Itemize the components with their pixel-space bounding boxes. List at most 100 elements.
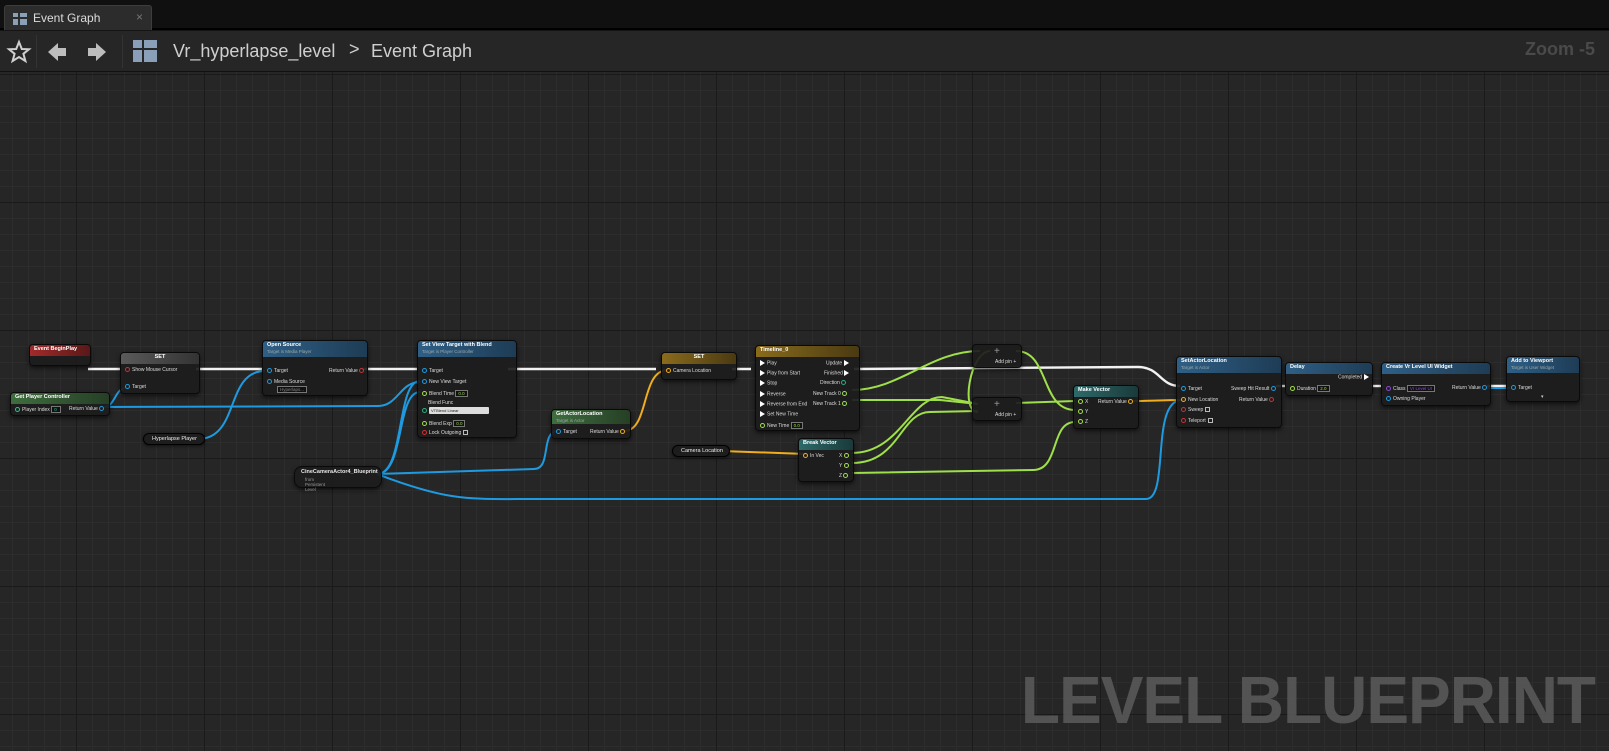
set-view-target-node[interactable]: Set View Target with Blend Target is Play… <box>417 340 517 438</box>
float-wire <box>1015 400 1076 404</box>
pin-class[interactable]: Class Vr Level UI <box>1386 385 1435 393</box>
add-float-node[interactable]: + Add pin + <box>972 344 1022 368</box>
pin-player-index[interactable]: Player Index 0 <box>15 406 62 414</box>
graph-canvas[interactable]: Event BeginPlay SET Show Mouse Cursor Ta… <box>0 72 1609 751</box>
forward-arrow-icon[interactable] <box>84 39 110 65</box>
pin-blend-time[interactable]: Blend Time 0.0 <box>422 390 468 398</box>
pin-new-track-0[interactable]: New Track 0 <box>813 391 849 398</box>
close-icon[interactable]: × <box>136 10 143 24</box>
pin-owning-player[interactable]: Owning Player <box>1386 396 1426 403</box>
pin-set-new-time[interactable]: Set New Time <box>760 411 798 418</box>
pin-camera-location[interactable]: Camera Location <box>666 368 711 375</box>
pin-target[interactable]: Target <box>1511 385 1532 392</box>
level-blueprint-watermark: LEVEL BLUEPRINT <box>1020 662 1596 738</box>
pin-play-from-start[interactable]: Play from Start <box>760 370 800 377</box>
node-subtitle: from Persistent Level <box>305 477 326 492</box>
pin-teleport[interactable]: Teleport <box>1181 418 1213 425</box>
pin-target[interactable]: Target <box>422 368 443 375</box>
pin-stop[interactable]: Stop <box>760 380 777 387</box>
pin-reverse[interactable]: Reverse <box>760 391 786 398</box>
set-camera-location-node[interactable]: SET Camera Location <box>661 352 737 380</box>
pin-sweep[interactable]: Sweep <box>1181 407 1211 414</box>
pin-z[interactable]: Z <box>839 473 850 480</box>
pin-return-value[interactable]: Return Value <box>1452 385 1489 392</box>
pin-media-source[interactable]: Media Source <box>267 379 305 386</box>
pin-new-track-1[interactable]: New Track 1 <box>813 401 849 408</box>
pin-reverse-from-end[interactable]: Reverse from End <box>760 401 807 408</box>
pin-return-value[interactable]: Return Value <box>69 406 106 413</box>
pin-new-location[interactable]: New Location <box>1181 397 1218 404</box>
create-widget-node[interactable]: Create Vr Level UI Widget Class Vr Level… <box>1381 362 1491 406</box>
pin-x[interactable]: X <box>839 453 851 460</box>
pin-lock-outgoing[interactable]: Lock Outgoing <box>422 430 469 437</box>
object-wire <box>197 370 266 440</box>
node-title: Break Vector <box>799 439 853 450</box>
pin-blend-func[interactable]: VTBlend Linear <box>422 407 489 415</box>
make-vector-node[interactable]: Make Vector X Y Z Return Value <box>1073 385 1139 429</box>
pin-direction[interactable]: Direction <box>820 380 848 387</box>
node-title: Get Player Controller <box>11 393 109 404</box>
pin-new-time[interactable]: New Time 0.0 <box>760 422 803 430</box>
pin-target[interactable]: Target <box>125 384 146 391</box>
add-symbol: + <box>994 399 1000 410</box>
float-wire <box>851 395 979 454</box>
toolbar: Vr_hyperlapse_level > Event Graph Zoom -… <box>0 31 1609 72</box>
add-symbol: + <box>994 346 1000 357</box>
node-title: Open Source Target is Media Player <box>263 341 367 357</box>
media-source-value[interactable]: Hyperlaps... <box>277 386 308 394</box>
timeline-node[interactable]: Timeline_0 Play Play from Start Stop Rev… <box>755 345 860 431</box>
pin-duration[interactable]: Duration 2.0 <box>1290 385 1330 393</box>
blend-func-dropdown: VTBlend Linear <box>429 407 489 414</box>
pin-play[interactable]: Play <box>760 360 777 367</box>
pin-new-view-target[interactable]: New View Target <box>422 379 466 386</box>
pin-z[interactable]: Z <box>1078 419 1088 426</box>
add-pin-button[interactable]: Add pin + <box>995 359 1016 366</box>
breadcrumb-graph[interactable]: Event Graph <box>371 41 472 62</box>
node-title: Add to Viewport Target is User Widget <box>1507 357 1579 373</box>
pin-target[interactable]: Target <box>1181 386 1202 393</box>
get-player-controller-node[interactable]: Get Player Controller Player Index 0 Ret… <box>10 392 110 416</box>
pin-return-value[interactable]: Return Value <box>1098 399 1135 406</box>
breadcrumb-level[interactable]: Vr_hyperlapse_level <box>173 41 335 62</box>
delay-node[interactable]: Delay Duration 2.0 Completed <box>1285 362 1373 396</box>
tab-label: Event Graph <box>33 11 101 25</box>
pin-return-value[interactable]: Return Value <box>1239 397 1276 404</box>
chevron-down-icon[interactable]: ▾ <box>1541 394 1544 401</box>
pin-sweep-hit-result[interactable]: Sweep Hit Result <box>1231 386 1278 393</box>
pin-return-value[interactable]: Return Value <box>329 368 366 375</box>
add-to-viewport-node[interactable]: Add to Viewport Target is User Widget Tar… <box>1506 356 1580 402</box>
pin-y[interactable]: Y <box>1078 409 1088 416</box>
add-pin-button[interactable]: Add pin + <box>995 412 1016 419</box>
favorite-star-icon[interactable] <box>6 39 32 65</box>
struct-wire <box>721 450 807 455</box>
pin-return-value[interactable]: Return Value <box>590 429 627 436</box>
pin-in-vec[interactable]: In Vec <box>803 453 824 460</box>
breadcrumb-separator: > <box>349 39 360 59</box>
pin-x[interactable]: X <box>1078 399 1088 406</box>
pin-blend-exp[interactable]: Blend Exp 0.0 <box>422 420 466 428</box>
node-title: CineCameraActor4_Blueprint <box>301 469 378 475</box>
divider <box>122 35 123 68</box>
add-float-node[interactable]: + Add pin + <box>972 397 1022 421</box>
set-actor-location-node[interactable]: SetActorLocation Target is Actor Target N… <box>1176 356 1282 428</box>
node-title: Set View Target with Blend Target is Play… <box>418 341 516 357</box>
pin-show-mouse-cursor[interactable]: Show Mouse Cursor <box>125 367 177 374</box>
camera-location-variable[interactable]: Camera Location <box>672 445 730 457</box>
float-wire <box>851 410 979 464</box>
hyperlapse-player-variable[interactable]: Hyperlapse Player <box>143 433 205 445</box>
cine-camera-actor-variable[interactable]: CineCameraActor4_Blueprint from Persiste… <box>294 466 382 492</box>
pin-target[interactable]: Target <box>267 368 288 375</box>
pin-completed[interactable]: Completed <box>1338 374 1371 381</box>
pin-update[interactable]: Update <box>826 360 851 367</box>
pin-target[interactable]: Target <box>556 429 577 436</box>
set-mouse-cursor-node[interactable]: SET Show Mouse Cursor Target <box>120 352 200 394</box>
back-arrow-icon[interactable] <box>44 39 70 65</box>
open-source-node[interactable]: Open Source Target is Media Player Target… <box>262 340 368 396</box>
get-actor-location-node[interactable]: GetActorLocation Target is Actor Target R… <box>551 409 631 439</box>
node-title: SET <box>121 353 199 364</box>
event-begin-play-node[interactable]: Event BeginPlay <box>29 344 91 366</box>
pin-y[interactable]: Y <box>839 463 851 470</box>
break-vector-node[interactable]: Break Vector In Vec X Y Z <box>798 438 854 482</box>
pin-finished[interactable]: Finished <box>824 370 851 377</box>
tab-event-graph[interactable]: Event Graph × <box>4 5 152 30</box>
